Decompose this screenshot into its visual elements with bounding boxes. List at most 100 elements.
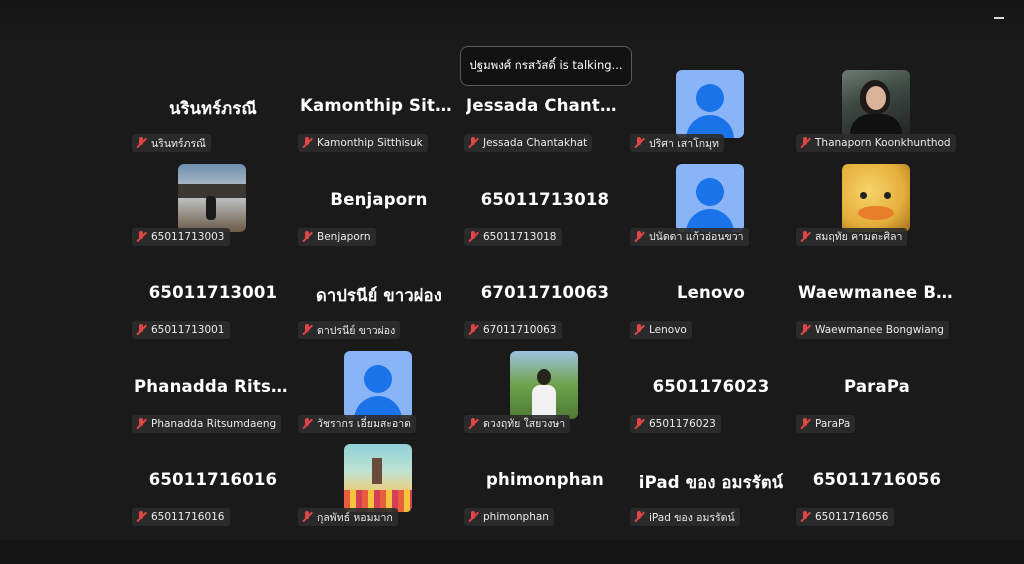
participant-name-label: กุลพัทธ์ หอมมาก bbox=[298, 508, 398, 526]
participant-display-name: 65011713001 bbox=[148, 283, 278, 302]
default-avatar-icon bbox=[676, 163, 744, 232]
microphone-muted-icon bbox=[135, 137, 147, 149]
microphone-muted-icon bbox=[467, 417, 479, 430]
participant-tile[interactable]: Jessada Chantakhat Jessada Chantakhat bbox=[462, 60, 628, 154]
participant-name-text: phimonphan bbox=[483, 511, 549, 523]
participant-tile[interactable]: 65011716056 65011716056 bbox=[794, 434, 960, 528]
microphone-muted-icon bbox=[135, 511, 147, 523]
participant-tile[interactable]: 65011716016 65011716016 bbox=[130, 434, 296, 528]
participant-tile[interactable]: Kamonthip Sitthisuk Kamonthip Sitthisuk bbox=[296, 60, 462, 154]
microphone-muted-icon bbox=[633, 324, 645, 336]
participant-tile[interactable]: phimonphan phimonphan bbox=[462, 434, 628, 528]
participant-tile[interactable]: 65011713003 bbox=[130, 154, 296, 248]
participant-name-text: วัชรากร เอี่ยมสะอาด bbox=[317, 418, 411, 430]
minimize-icon[interactable] bbox=[992, 10, 1008, 26]
participant-name-text: Lenovo bbox=[649, 324, 687, 336]
participant-name-label: Jessada Chantakhat bbox=[464, 134, 593, 152]
microphone-muted-icon bbox=[467, 230, 479, 243]
participant-name-text: 65011716056 bbox=[815, 511, 889, 523]
participant-name-label: ParaPa bbox=[796, 414, 856, 433]
participant-tile[interactable]: Phanadda Ritsumdaeng Phanadda Ritsumdaeng bbox=[130, 341, 296, 435]
participant-name-text: Kamonthip Sitthisuk bbox=[317, 137, 423, 149]
participant-tile[interactable]: กุลพัทธ์ หอมมาก bbox=[296, 434, 462, 528]
participant-name-label: Lenovo bbox=[630, 321, 692, 339]
microphone-muted-icon bbox=[301, 511, 313, 523]
participant-tile[interactable]: ดวงฤทัย ใสยวงษา bbox=[462, 341, 628, 435]
microphone-muted-icon bbox=[301, 417, 313, 430]
participant-display-name: Benjaporn bbox=[330, 189, 428, 209]
participant-display-name: ParaPa bbox=[843, 376, 911, 396]
microphone-muted-icon bbox=[301, 230, 313, 243]
participant-name-text: กุลพัทธ์ หอมมาก bbox=[317, 511, 393, 524]
participant-display-name: นรินทร์ภรณี bbox=[169, 99, 257, 118]
participant-name-text: 6501176023 bbox=[649, 417, 716, 430]
participant-name-label: Benjaporn bbox=[298, 227, 376, 246]
participant-tile[interactable]: Benjaporn Benjaporn bbox=[296, 154, 462, 248]
microphone-muted-icon bbox=[633, 511, 645, 523]
participant-name-label: Thanaporn Koonkhunthod bbox=[796, 134, 956, 152]
microphone-muted-icon bbox=[467, 511, 479, 523]
participant-name-label: 67011710063 bbox=[464, 321, 562, 339]
default-avatar-icon bbox=[344, 350, 412, 419]
participant-display-name: Kamonthip Sitthisuk bbox=[300, 96, 458, 115]
participant-photo bbox=[842, 70, 910, 138]
participant-tile[interactable]: iPad ของ อมรรัตน์ iPad ของ อมรรัตน์ bbox=[628, 434, 794, 528]
participant-tile[interactable]: ดาปรนีย์ ขาวผ่อง ดาปรนีย์ ขาวผ่อง bbox=[296, 247, 462, 341]
participant-name-label: ปริศา เสาโกมุท bbox=[630, 134, 724, 152]
microphone-muted-icon bbox=[633, 417, 645, 430]
participant-display-name: 65011716056 bbox=[812, 470, 942, 489]
participant-tile[interactable]: Thanaporn Koonkhunthod bbox=[794, 60, 960, 154]
participant-photo bbox=[344, 444, 412, 512]
participant-name-text: 65011713001 bbox=[151, 324, 225, 336]
participant-tile[interactable]: 67011710063 67011710063 bbox=[462, 247, 628, 341]
participant-display-name: Phanadda Ritsumdaeng bbox=[134, 376, 292, 396]
participant-name-text: ParaPa bbox=[815, 417, 851, 430]
participant-name-label: iPad ของ อมรรัตน์ bbox=[630, 508, 740, 526]
top-bar bbox=[0, 0, 1024, 44]
participant-tile[interactable]: 6501176023 6501176023 bbox=[628, 341, 794, 435]
microphone-muted-icon bbox=[633, 230, 645, 243]
participant-name-text: 67011710063 bbox=[483, 324, 557, 336]
participant-name-text: ปริศา เสาโกมุท bbox=[649, 137, 719, 150]
participant-tile[interactable]: วัชรากร เอี่ยมสะอาด bbox=[296, 341, 462, 435]
microphone-muted-icon bbox=[301, 324, 313, 336]
participant-display-name: Lenovo bbox=[676, 283, 746, 302]
participant-name-label: 65011716056 bbox=[796, 508, 894, 526]
participant-tile[interactable]: 65011713001 65011713001 bbox=[130, 247, 296, 341]
participant-display-name: phimonphan bbox=[486, 470, 604, 489]
microphone-muted-icon bbox=[135, 230, 147, 243]
participant-name-label: ดาปรนีย์ ขาวผ่อง bbox=[298, 321, 401, 339]
participant-name-label: 65011713003 bbox=[132, 227, 230, 246]
participant-name-text: ปนัดดา แก้วอ่อนขวา bbox=[649, 231, 744, 243]
participant-tile[interactable]: 65011713018 65011713018 bbox=[462, 154, 628, 248]
participant-name-text: Benjaporn bbox=[317, 230, 371, 243]
microphone-muted-icon bbox=[799, 324, 811, 336]
participant-name-label: 6501176023 bbox=[630, 414, 721, 433]
participant-name-text: Thanaporn Koonkhunthod bbox=[815, 137, 951, 149]
participant-name-label: phimonphan bbox=[464, 508, 554, 526]
microphone-muted-icon bbox=[467, 137, 479, 149]
participant-tile[interactable]: ParaPa ParaPa bbox=[794, 341, 960, 435]
participant-photo bbox=[510, 350, 578, 419]
participant-name-label: วัชรากร เอี่ยมสะอาด bbox=[298, 414, 416, 433]
participant-display-name: ดาปรนีย์ ขาวผ่อง bbox=[315, 286, 443, 305]
participant-tile[interactable]: Lenovo Lenovo bbox=[628, 247, 794, 341]
participant-display-name: Jessada Chantakhat bbox=[466, 96, 624, 115]
microphone-muted-icon bbox=[135, 324, 147, 336]
participant-photo bbox=[842, 163, 910, 232]
participant-name-label: 65011713018 bbox=[464, 227, 562, 246]
participant-name-text: ดาปรนีย์ ขาวผ่อง bbox=[317, 324, 396, 337]
participant-name-text: Phanadda Ritsumdaeng bbox=[151, 417, 277, 430]
participant-name-text: 65011713018 bbox=[483, 230, 557, 243]
participant-tile[interactable]: นรินทร์ภรณี นรินทร์ภรณี bbox=[130, 60, 296, 154]
participant-name-label: Kamonthip Sitthisuk bbox=[298, 134, 428, 152]
participant-tile[interactable]: Waewmanee Bongwiang Waewmanee Bongwiang bbox=[794, 247, 960, 341]
microphone-muted-icon bbox=[799, 230, 811, 243]
participant-name-label: ปนัดดา แก้วอ่อนขวา bbox=[630, 227, 749, 246]
participant-tile[interactable]: สมฤทัย คามตะศิลา bbox=[794, 154, 960, 248]
default-avatar-icon bbox=[676, 70, 744, 138]
participant-name-text: Jessada Chantakhat bbox=[483, 137, 588, 149]
participant-tile[interactable]: ปนัดดา แก้วอ่อนขวา bbox=[628, 154, 794, 248]
participant-tile[interactable]: ปริศา เสาโกมุท bbox=[628, 60, 794, 154]
microphone-muted-icon bbox=[633, 137, 645, 149]
